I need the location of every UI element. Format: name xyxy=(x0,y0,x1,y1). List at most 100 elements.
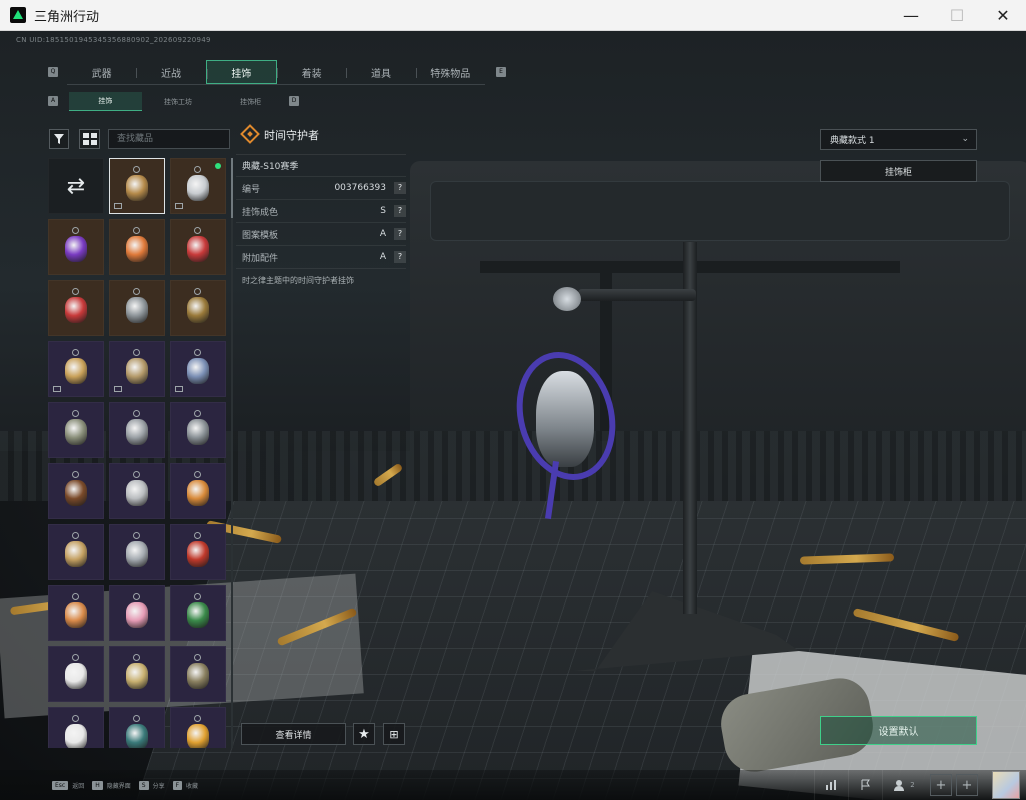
charm-item[interactable] xyxy=(109,463,165,519)
set-default-button[interactable]: 设置默认 xyxy=(820,716,977,745)
charm-hook-icon xyxy=(133,532,140,539)
avatar[interactable] xyxy=(992,771,1020,799)
item-detail-panel: 典藏-S10赛季 编号 003766393? 挂饰成色 S? 图案模板 A? 附… xyxy=(236,154,406,292)
search-field[interactable] xyxy=(108,129,230,149)
search-input[interactable] xyxy=(109,130,229,148)
detail-row-finish: 挂饰成色 S? xyxy=(236,200,406,223)
tab-props[interactable]: 道具 xyxy=(346,60,415,84)
tab-outfits[interactable]: 着装 xyxy=(276,60,346,84)
charm-item[interactable] xyxy=(48,646,104,702)
filter-icon xyxy=(54,134,64,144)
charm-item[interactable] xyxy=(170,219,226,275)
detail-row-label: 附加配件 xyxy=(242,253,279,264)
charm-item[interactable] xyxy=(48,280,104,336)
charm-item[interactable] xyxy=(170,341,226,397)
charm-item[interactable] xyxy=(109,524,165,580)
charm-hook-icon xyxy=(194,227,201,234)
tab-weapons[interactable]: 武器 xyxy=(67,60,136,84)
charm-item[interactable] xyxy=(109,585,165,641)
charm-cabinet-button[interactable]: 挂饰柜 xyxy=(820,160,977,182)
charm-item[interactable] xyxy=(48,341,104,397)
charm-item[interactable] xyxy=(48,524,104,580)
subtab-label: 挂饰工坊 xyxy=(164,97,192,106)
charm-thumbnail xyxy=(126,602,148,629)
charm-thumbnail xyxy=(187,175,209,202)
charm-item[interactable] xyxy=(48,463,104,519)
help-icon[interactable]: ? xyxy=(394,228,406,240)
hint-favorite[interactable]: F 收藏 xyxy=(172,780,199,790)
charm-item[interactable] xyxy=(170,463,226,519)
grid-layout-button[interactable] xyxy=(79,129,100,149)
charm-item[interactable] xyxy=(48,707,104,748)
report-button[interactable] xyxy=(848,770,882,800)
charm-thumbnail xyxy=(65,602,87,629)
image-badge-icon xyxy=(175,386,183,392)
charm-thumbnail xyxy=(187,419,209,446)
hint-back[interactable]: Esc 返回 xyxy=(52,780,84,790)
charm-item[interactable] xyxy=(109,646,165,702)
charm-item[interactable] xyxy=(170,158,226,214)
maximize-button[interactable]: ☐ xyxy=(934,0,980,31)
scrollbar-thumb[interactable] xyxy=(231,158,233,218)
charm-hook-icon xyxy=(133,471,140,478)
charm-item[interactable] xyxy=(109,219,165,275)
charm-item[interactable] xyxy=(170,524,226,580)
close-button[interactable]: ✕ xyxy=(980,0,1026,31)
friends-button[interactable]: 2 xyxy=(882,770,926,800)
bottom-bar: Esc 返回 H 隐藏界面 S 分享 F 收藏 2 + + xyxy=(0,770,1026,800)
charm-item[interactable] xyxy=(170,585,226,641)
random-charm-button[interactable]: ⇄ xyxy=(48,158,104,214)
purchase-button[interactable]: ⊞ xyxy=(383,723,405,745)
minimize-button[interactable]: — xyxy=(888,0,934,31)
charm-item[interactable] xyxy=(109,707,165,748)
help-icon[interactable]: ? xyxy=(394,182,406,194)
subtab-charm-workshop[interactable]: 挂饰工坊 xyxy=(142,92,215,111)
detail-row-label: 挂饰成色 xyxy=(242,207,279,218)
grid-layout-icon xyxy=(82,133,89,138)
charm-hook-icon xyxy=(194,349,201,356)
scene-crate-lid xyxy=(430,181,1010,241)
charm-item[interactable] xyxy=(170,707,226,748)
hint-share[interactable]: S 分享 xyxy=(138,780,165,790)
filter-button[interactable] xyxy=(49,129,69,149)
subtab-charms[interactable]: 挂饰 xyxy=(69,92,142,111)
charm-item[interactable] xyxy=(170,646,226,702)
favorite-button[interactable]: ★ xyxy=(353,723,375,745)
item-grid-scrollbar[interactable] xyxy=(231,158,233,748)
charm-item[interactable] xyxy=(109,341,165,397)
charm-hook-icon xyxy=(133,410,140,417)
charm-thumbnail xyxy=(126,297,148,324)
charm-item[interactable] xyxy=(170,280,226,336)
charm-item[interactable] xyxy=(109,280,165,336)
help-icon[interactable]: ? xyxy=(394,205,406,217)
add-slot-button[interactable]: + xyxy=(930,774,952,796)
flag-icon xyxy=(861,779,870,790)
charm-item[interactable] xyxy=(48,219,104,275)
charm-item[interactable] xyxy=(48,402,104,458)
charm-item[interactable] xyxy=(109,158,165,214)
help-icon[interactable]: ? xyxy=(394,251,406,263)
tab-melee[interactable]: 近战 xyxy=(136,60,205,84)
charm-hook-icon xyxy=(133,288,140,295)
stats-button[interactable] xyxy=(814,770,848,800)
prev-subtab-key-hint: A xyxy=(48,96,58,106)
charm-thumbnail xyxy=(187,358,209,385)
charm-hook-icon xyxy=(72,410,79,417)
view-details-button[interactable]: 查看详情 xyxy=(241,723,346,745)
image-badge-icon xyxy=(53,386,61,392)
charm-item[interactable] xyxy=(48,585,104,641)
charm-thumbnail xyxy=(65,724,87,748)
add-slot-button[interactable]: + xyxy=(956,774,978,796)
charm-model-face[interactable] xyxy=(536,371,594,467)
app-logo-icon xyxy=(10,7,26,23)
charm-item[interactable] xyxy=(170,402,226,458)
tab-special-items[interactable]: 特殊物品 xyxy=(415,60,485,84)
style-select[interactable]: 典藏款式 1 ⌄ xyxy=(820,129,977,150)
grid-layout-icon xyxy=(90,133,97,138)
charm-item[interactable] xyxy=(109,402,165,458)
subtab-charm-cabinet[interactable]: 挂饰柜 xyxy=(214,92,287,111)
tab-charms[interactable]: 挂饰 xyxy=(205,60,277,84)
hint-hide-ui[interactable]: H 隐藏界面 xyxy=(92,780,131,790)
hint-label: 收藏 xyxy=(186,782,199,790)
chevron-down-icon: ⌄ xyxy=(961,134,969,144)
